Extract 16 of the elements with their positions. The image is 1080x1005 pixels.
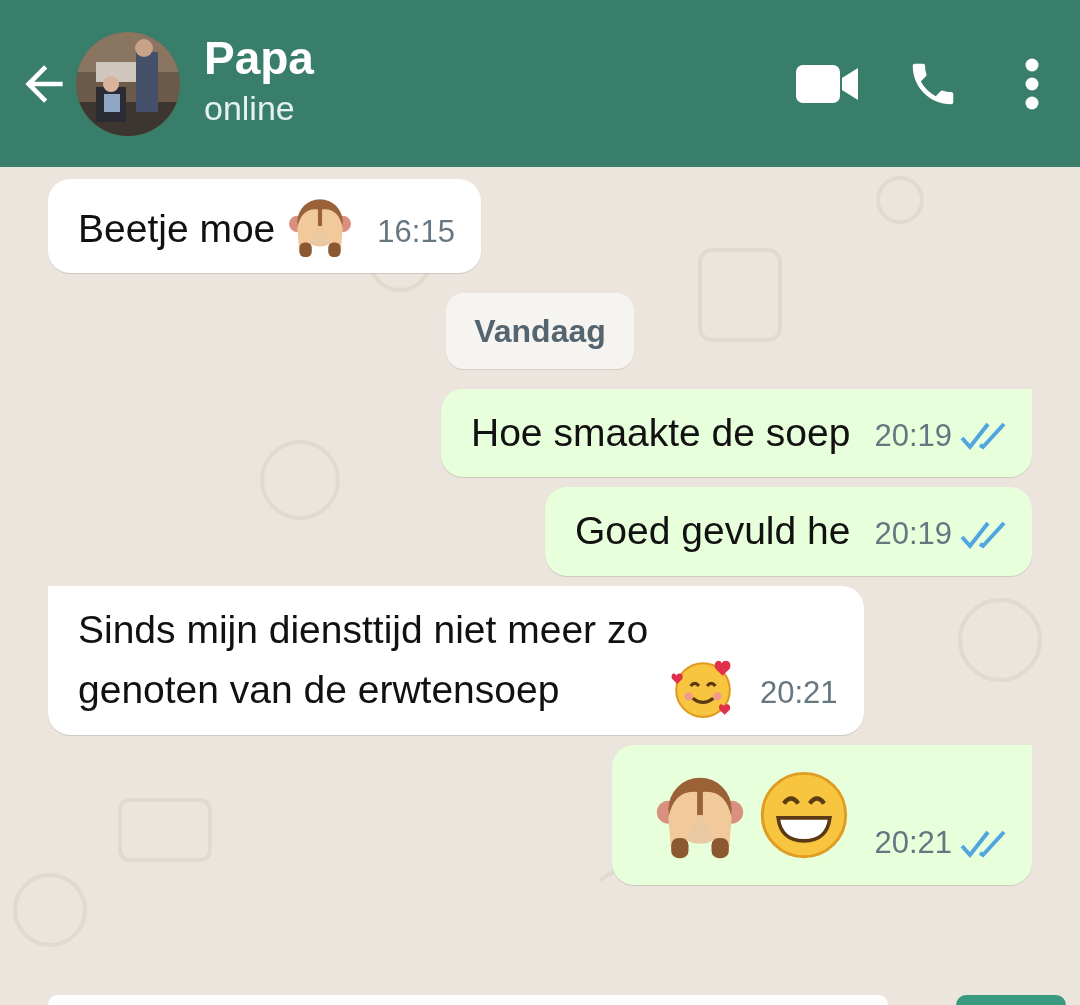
more-options-button[interactable] [1024,57,1040,110]
message-time: 20:21 [760,674,838,713]
message-text: Sinds mijn diensttijd niet meer zo genoten van de erwtensoep [78,606,650,714]
message-time: 20:19 [874,515,952,554]
message-field[interactable] [48,995,888,1005]
send-button[interactable] [956,995,1066,1005]
message-time: 20:21 [874,824,952,863]
message-text: Goed gevuld he [575,509,851,553]
video-call-button[interactable] [796,62,858,105]
contact-name: Papa [204,32,315,84]
message-text: Hoe smaakte de soep [471,411,851,454]
contact-status: online [204,88,296,130]
date-label: Vandaag [446,293,634,369]
message-time: 16:15 [377,212,455,251]
message-text: Beetje moe [78,205,276,252]
message-time: 20:19 [874,416,952,455]
